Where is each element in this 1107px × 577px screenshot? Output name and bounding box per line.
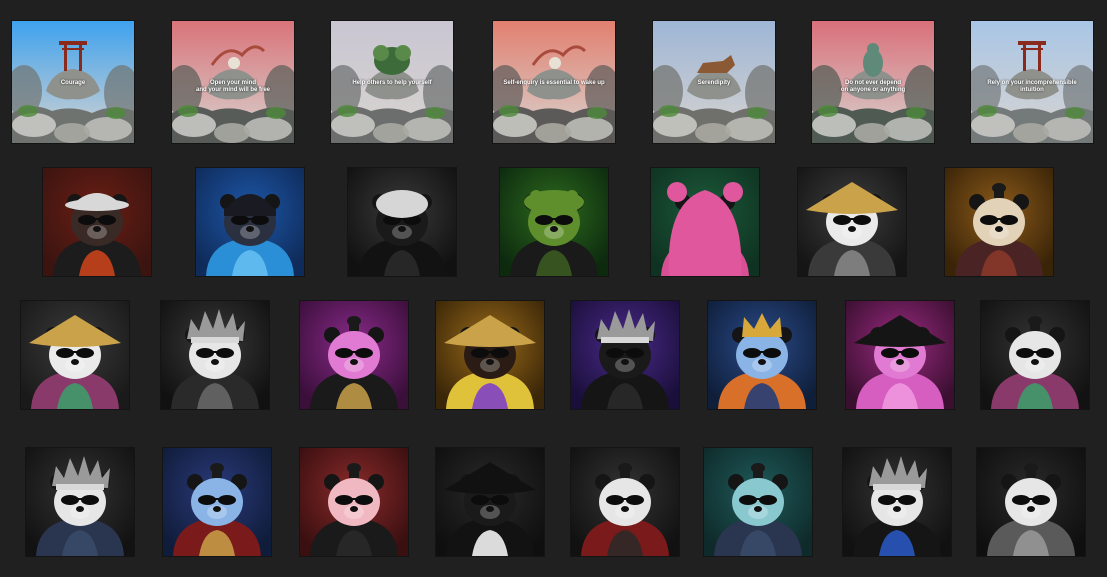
panda-avatar-tile[interactable] [348,168,456,276]
panda-avatar-tile[interactable] [500,168,608,276]
panda-avatar [708,301,816,409]
panda-avatar-tile[interactable] [300,448,408,556]
landscape-card[interactable]: Serendipity [653,21,775,143]
topknot-icon [618,463,632,478]
card-caption: Serendipity [697,79,731,86]
panda-avatar [843,448,951,556]
panda-avatar-tile[interactable] [704,448,812,556]
panda-avatar-tile[interactable] [977,448,1085,556]
card-caption: Courage [60,79,86,86]
panda-avatar [571,448,679,556]
panda-avatar [704,448,812,556]
topknot-icon [751,463,765,478]
panda-avatar-tile[interactable] [571,448,679,556]
panda-avatar-tile[interactable] [708,301,816,409]
panda-avatar [981,301,1089,409]
card-caption: Self-enquiry is essential to wake up [503,79,605,86]
panda-avatar-tile[interactable] [196,168,304,276]
panda-avatar [163,448,271,556]
panda-avatar [21,301,129,409]
panda-avatar-tile[interactable] [981,301,1089,409]
moss-icon [524,190,584,214]
panda-avatar-tile[interactable] [571,301,679,409]
panda-avatar-tile[interactable] [651,168,759,276]
topknot-icon [347,463,361,478]
panda-avatar [300,301,408,409]
panda-avatar-tile[interactable] [300,301,408,409]
panda-avatar [436,301,544,409]
topknot-icon [1028,316,1042,331]
landscape-card[interactable]: Open your mind and your mind will be fre… [172,21,294,143]
fur-hood-icon [376,190,428,218]
topknot-icon [347,316,361,331]
panda-avatar-tile[interactable] [163,448,271,556]
panda-avatar [945,168,1053,276]
landscape-card[interactable]: Help others to help yourself [331,21,453,143]
panda-avatar [348,168,456,276]
panda-avatar-tile[interactable] [21,301,129,409]
panda-avatar [798,168,906,276]
landscape-card[interactable]: Courage [12,21,134,143]
bear-hood-icon [667,182,743,276]
card-caption: Rely on your incomprehensible intuition [987,79,1077,93]
landscape-card[interactable]: Do not ever depend on anyone or anything [812,21,934,143]
panda-avatar-tile[interactable] [436,301,544,409]
nft-gallery-grid: Courage Open your mind and your mind will… [0,0,1107,577]
panda-avatar [500,168,608,276]
panda-avatar-tile[interactable] [945,168,1053,276]
panda-avatar-tile[interactable] [843,448,951,556]
panda-avatar-tile[interactable] [161,301,269,409]
card-caption: Open your mind and your mind will be fre… [195,79,270,93]
panda-avatar-tile[interactable] [798,168,906,276]
panda-avatar [43,168,151,276]
panda-avatar [161,301,269,409]
card-caption: Help others to help yourself [352,79,432,86]
panda-avatar [846,301,954,409]
landscape-card[interactable]: Rely on your incomprehensible intuition [971,21,1093,143]
landscape-card[interactable]: Self-enquiry is essential to wake up [493,21,615,143]
panda-avatar [300,448,408,556]
panda-avatar [196,168,304,276]
panda-avatar [651,168,759,276]
panda-avatar [977,448,1085,556]
panda-avatar-tile[interactable] [436,448,544,556]
card-caption: Do not ever depend on anyone or anything [840,79,906,93]
panda-avatar-tile[interactable] [26,448,134,556]
panda-avatar-tile[interactable] [846,301,954,409]
topknot-icon [992,183,1006,198]
panda-avatar-tile[interactable] [43,168,151,276]
topknot-icon [210,463,224,478]
topknot-icon [1024,463,1038,478]
panda-avatar [571,301,679,409]
panda-avatar [26,448,134,556]
panda-avatar [436,448,544,556]
